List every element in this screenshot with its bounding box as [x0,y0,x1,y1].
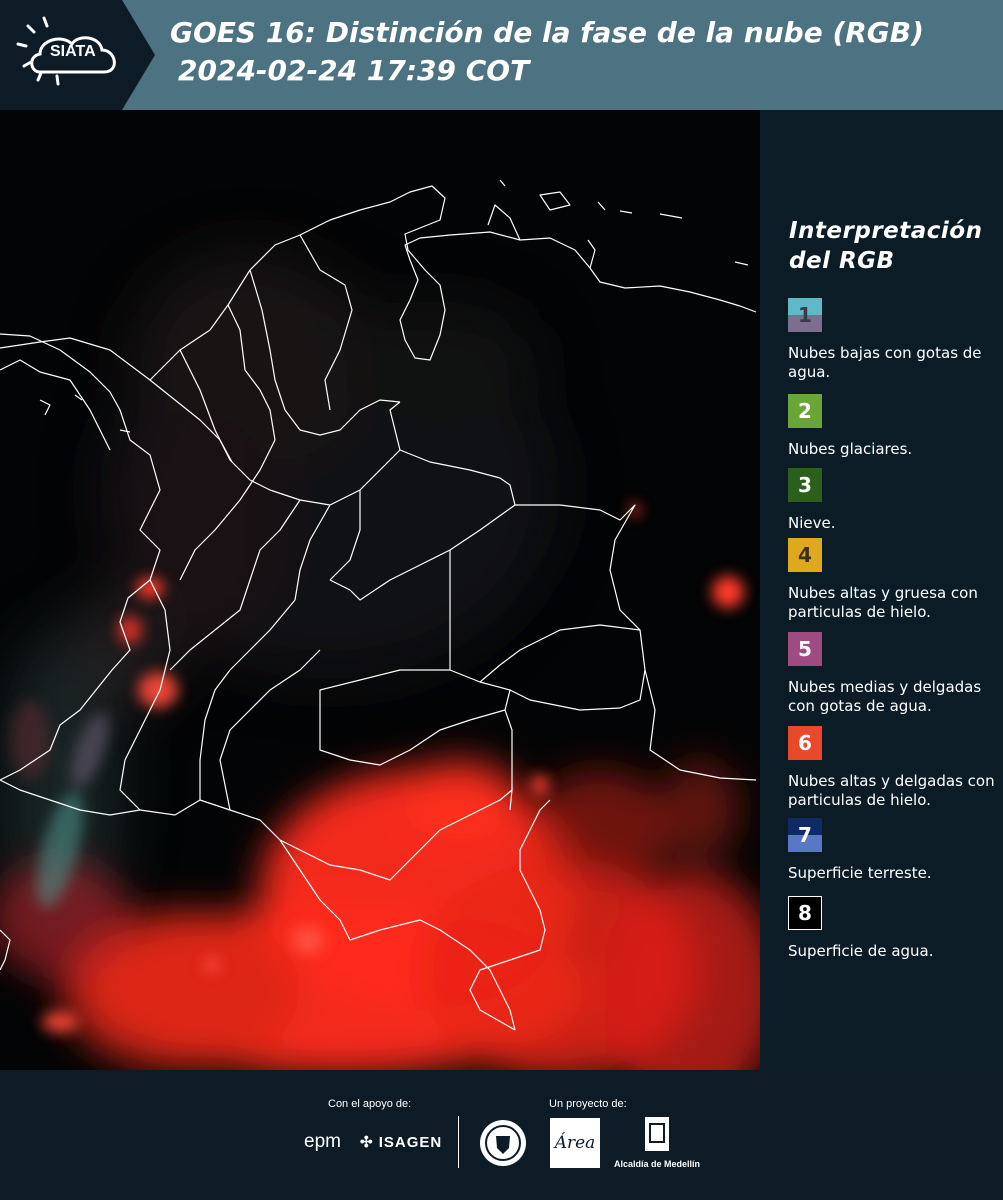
legend-label-1: Nubes bajas con gotas de agua. [788,344,982,381]
legend-label-6: Nubes altas y delgadas con particulas de… [788,772,995,809]
area-logo-text: Área [553,1132,596,1153]
legend-swatch-8: 8 [788,896,822,930]
legend-item-4: 4 Nubes altas y gruesa con particulas de… [788,538,1000,622]
legend-swatch-1: 1 [788,298,822,332]
isagen-logo-text: ISAGEN [378,1134,443,1151]
area-metropolitana-logo: Área [550,1118,600,1173]
legend-item-3: 3 Nieve. [788,468,1000,533]
legend-swatch-2: 2 [788,394,822,428]
legend-title: Interpretación del RGB [789,218,983,274]
legend-swatch-6: 6 [788,726,822,760]
legend-label-7: Superficie terreste. [788,864,932,882]
legend-swatch-3: 3 [788,468,822,502]
legend-label-5: Nubes medias y delgadas con gotas de agu… [788,678,982,715]
legend-item-8: 8 Superficie de agua. [788,896,1000,961]
seal-icon [480,1120,526,1166]
header-bar: SIATA GOES 16: Distinción de la fase de … [0,0,1003,110]
area-logo-icon: Área [550,1118,600,1168]
legend-item-2: 2 Nubes glaciares. [788,394,1000,459]
legend-item-1: 1 Nubes bajas con gotas de agua. [788,298,1000,382]
timestamp: 2024-02-24 17:39 COT [178,54,530,87]
legend-swatch-4: 4 [788,538,822,572]
alcaldia-logo: Alcaldía de Medellín [612,1116,702,1169]
legend-swatch-7: 7 [788,818,822,852]
legend-swatch-5: 5 [788,632,822,666]
legend-label-4: Nubes altas y gruesa con particulas de h… [788,584,978,621]
alcaldia-label: Alcaldía de Medellín [613,1159,701,1169]
legend-label-3: Nieve. [788,514,836,532]
project-caption: Un proyecto de: [549,1098,627,1110]
support-caption: Con el apoyo de: [328,1098,412,1110]
isagen-mark-icon: ✣ [360,1134,374,1151]
satellite-map [0,110,760,1070]
medellin-shield-icon [645,1117,669,1151]
siata-logo: SIATA [0,0,160,110]
legend-label-8: Superficie de agua. [788,942,934,960]
legend-panel: Interpretación del RGB 1 Nubes bajas con… [760,110,1003,1070]
legend-item-6: 6 Nubes altas y delgadas con particulas … [788,726,1000,810]
epm-logo: epm [304,1131,341,1152]
page-title: GOES 16: Distinción de la fase de la nub… [170,16,924,49]
footer-divider [458,1116,459,1168]
siata-logo-text: SIATA [50,43,96,60]
legend-item-7: 7 Superficie terreste. [788,818,1000,883]
footer: Con el apoyo de: Un proyecto de: epm ✣ I… [0,1070,1003,1200]
isagen-logo: ✣ ISAGEN [360,1133,442,1151]
legend-label-2: Nubes glaciares. [788,440,913,458]
legend-item-5: 5 Nubes medias y delgadas con gotas de a… [788,632,1000,716]
